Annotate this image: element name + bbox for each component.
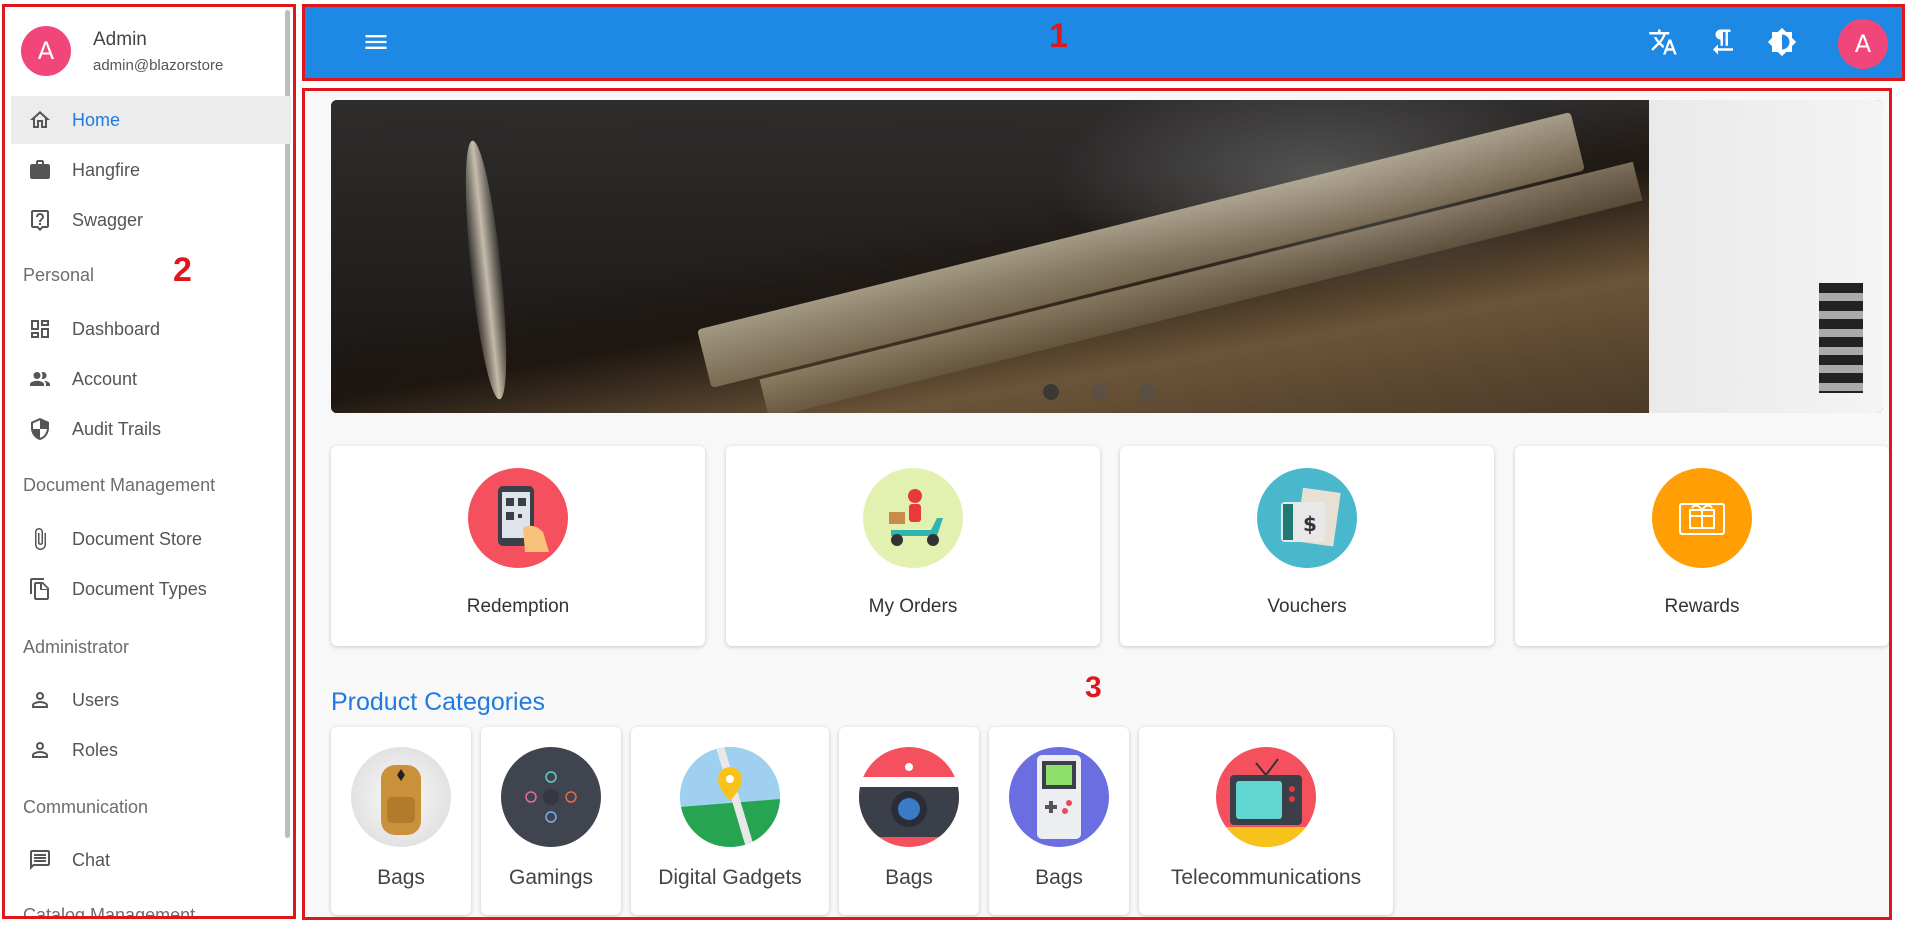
- annotation-marker-2: 2: [173, 251, 192, 289]
- gift-icon: [1652, 468, 1752, 568]
- sidebar-item-hangfire[interactable]: Hangfire: [11, 146, 291, 194]
- sidebar-item-dashboard[interactable]: Dashboard: [11, 305, 291, 353]
- annotation-marker-1: 1: [1049, 17, 1068, 55]
- camera-icon: [859, 747, 959, 847]
- dashboard-icon: [27, 316, 53, 342]
- carousel-dot[interactable]: [1091, 384, 1107, 400]
- rewards-card[interactable]: Rewards: [1515, 446, 1889, 646]
- section-communication: Communication: [23, 797, 149, 817]
- category-card[interactable]: Bags: [839, 727, 979, 915]
- category-card[interactable]: Gamings: [481, 727, 621, 915]
- svg-text:$: $: [1303, 512, 1317, 536]
- chat-icon: [27, 847, 53, 873]
- banner-carousel[interactable]: [331, 100, 1883, 413]
- card-label: Rewards: [1664, 596, 1740, 617]
- user-profile: A Admin admin@blazorstore: [21, 25, 223, 77]
- person-icon: [27, 737, 53, 763]
- category-card[interactable]: Telecommunications: [1139, 727, 1393, 915]
- sidebar-item-audit-trails[interactable]: Audit Trails: [11, 405, 291, 453]
- gamepad-icon: [501, 747, 601, 847]
- sidebar-item-label: Roles: [72, 739, 119, 760]
- text-direction-icon[interactable]: [1705, 24, 1741, 60]
- sidebar-item-label: Document Types: [72, 578, 207, 599]
- menu-icon[interactable]: [360, 26, 392, 58]
- sidebar-item-label: Audit Trails: [72, 418, 162, 439]
- category-label: Bags: [1035, 866, 1083, 889]
- carousel-next-slide-image: [1649, 100, 1883, 413]
- section-administrator: Administrator: [23, 637, 130, 657]
- category-label: Bags: [377, 866, 425, 889]
- product-categories-title: Product Categories: [331, 688, 546, 716]
- category-card[interactable]: Bags: [331, 727, 471, 915]
- attachment-icon: [27, 526, 53, 552]
- notebook-graphic: [1819, 283, 1863, 393]
- shield-icon: [27, 416, 53, 442]
- category-label: Digital Gadgets: [658, 866, 802, 889]
- backpack-icon: [351, 747, 451, 847]
- brightness-icon[interactable]: [1764, 24, 1800, 60]
- sidebar-item-label: Chat: [72, 849, 111, 870]
- help-icon: [27, 207, 53, 233]
- card-label: Redemption: [466, 596, 570, 617]
- sidebar-item-label: Account: [72, 368, 138, 389]
- handheld-console-icon: [1009, 747, 1109, 847]
- category-label: Gamings: [508, 866, 594, 889]
- top-app-bar: 1 A: [302, 4, 1905, 81]
- user-avatar: A: [21, 26, 71, 76]
- sidebar-item-document-store[interactable]: Document Store: [11, 515, 291, 563]
- sidebar: A Admin admin@blazorstore Home Hangfire …: [2, 4, 296, 919]
- people-icon: [27, 366, 53, 392]
- sidebar-item-label: Document Store: [72, 528, 203, 549]
- sidebar-item-label: Hangfire: [72, 159, 141, 180]
- category-label: Bags: [885, 866, 933, 889]
- sidebar-item-home[interactable]: Home: [11, 96, 291, 144]
- delivery-scooter-icon: [863, 468, 963, 568]
- user-email: admin@blazorstore: [93, 56, 224, 74]
- sidebar-item-document-types[interactable]: Document Types: [11, 565, 291, 613]
- carousel-slide-image: [331, 100, 1649, 413]
- book-graphic: [697, 112, 1585, 388]
- my-orders-card[interactable]: My Orders: [726, 446, 1100, 646]
- copy-icon: [27, 576, 53, 602]
- section-document-management: Document Management: [23, 475, 216, 495]
- sidebar-item-chat[interactable]: Chat: [11, 836, 291, 884]
- carousel-dot[interactable]: [1043, 384, 1059, 400]
- sidebar-item-label: Users: [72, 689, 120, 710]
- sidebar-item-account[interactable]: Account: [11, 355, 291, 403]
- translate-icon[interactable]: [1645, 24, 1681, 60]
- annotation-marker-3: 3: [1085, 671, 1102, 704]
- category-card[interactable]: Digital Gadgets: [631, 727, 829, 915]
- user-avatar-button[interactable]: A: [1838, 19, 1888, 69]
- vouchers-card[interactable]: $ Vouchers: [1120, 446, 1494, 646]
- sidebar-item-swagger[interactable]: Swagger: [11, 196, 291, 244]
- feather-graphic: [457, 139, 515, 401]
- category-card[interactable]: Bags: [989, 727, 1129, 915]
- user-name: Admin: [93, 28, 147, 50]
- sidebar-item-roles[interactable]: Roles: [11, 726, 291, 774]
- voucher-icon: $: [1257, 468, 1357, 568]
- map-pin-icon: [680, 747, 780, 847]
- card-label: My Orders: [868, 596, 958, 617]
- carousel-dot[interactable]: [1139, 384, 1155, 400]
- home-icon: [27, 107, 53, 133]
- section-catalog-management: Catalog Management: [23, 905, 196, 919]
- sidebar-item-users[interactable]: Users: [11, 676, 291, 724]
- section-personal: Personal: [23, 265, 95, 285]
- television-icon: [1216, 747, 1316, 847]
- briefcase-icon: [27, 157, 53, 183]
- person-icon: [27, 687, 53, 713]
- qr-code-icon: [468, 468, 568, 568]
- main-content: Redemption My Orders $ Vouchers Rewards …: [302, 88, 1892, 920]
- sidebar-item-label: Swagger: [72, 209, 144, 230]
- carousel-indicators: [1043, 384, 1155, 400]
- sidebar-item-label: Home: [72, 109, 121, 130]
- category-label: Telecommunications: [1170, 866, 1362, 889]
- redemption-card[interactable]: Redemption: [331, 446, 705, 646]
- sidebar-item-label: Dashboard: [72, 318, 161, 339]
- card-label: Vouchers: [1267, 596, 1347, 617]
